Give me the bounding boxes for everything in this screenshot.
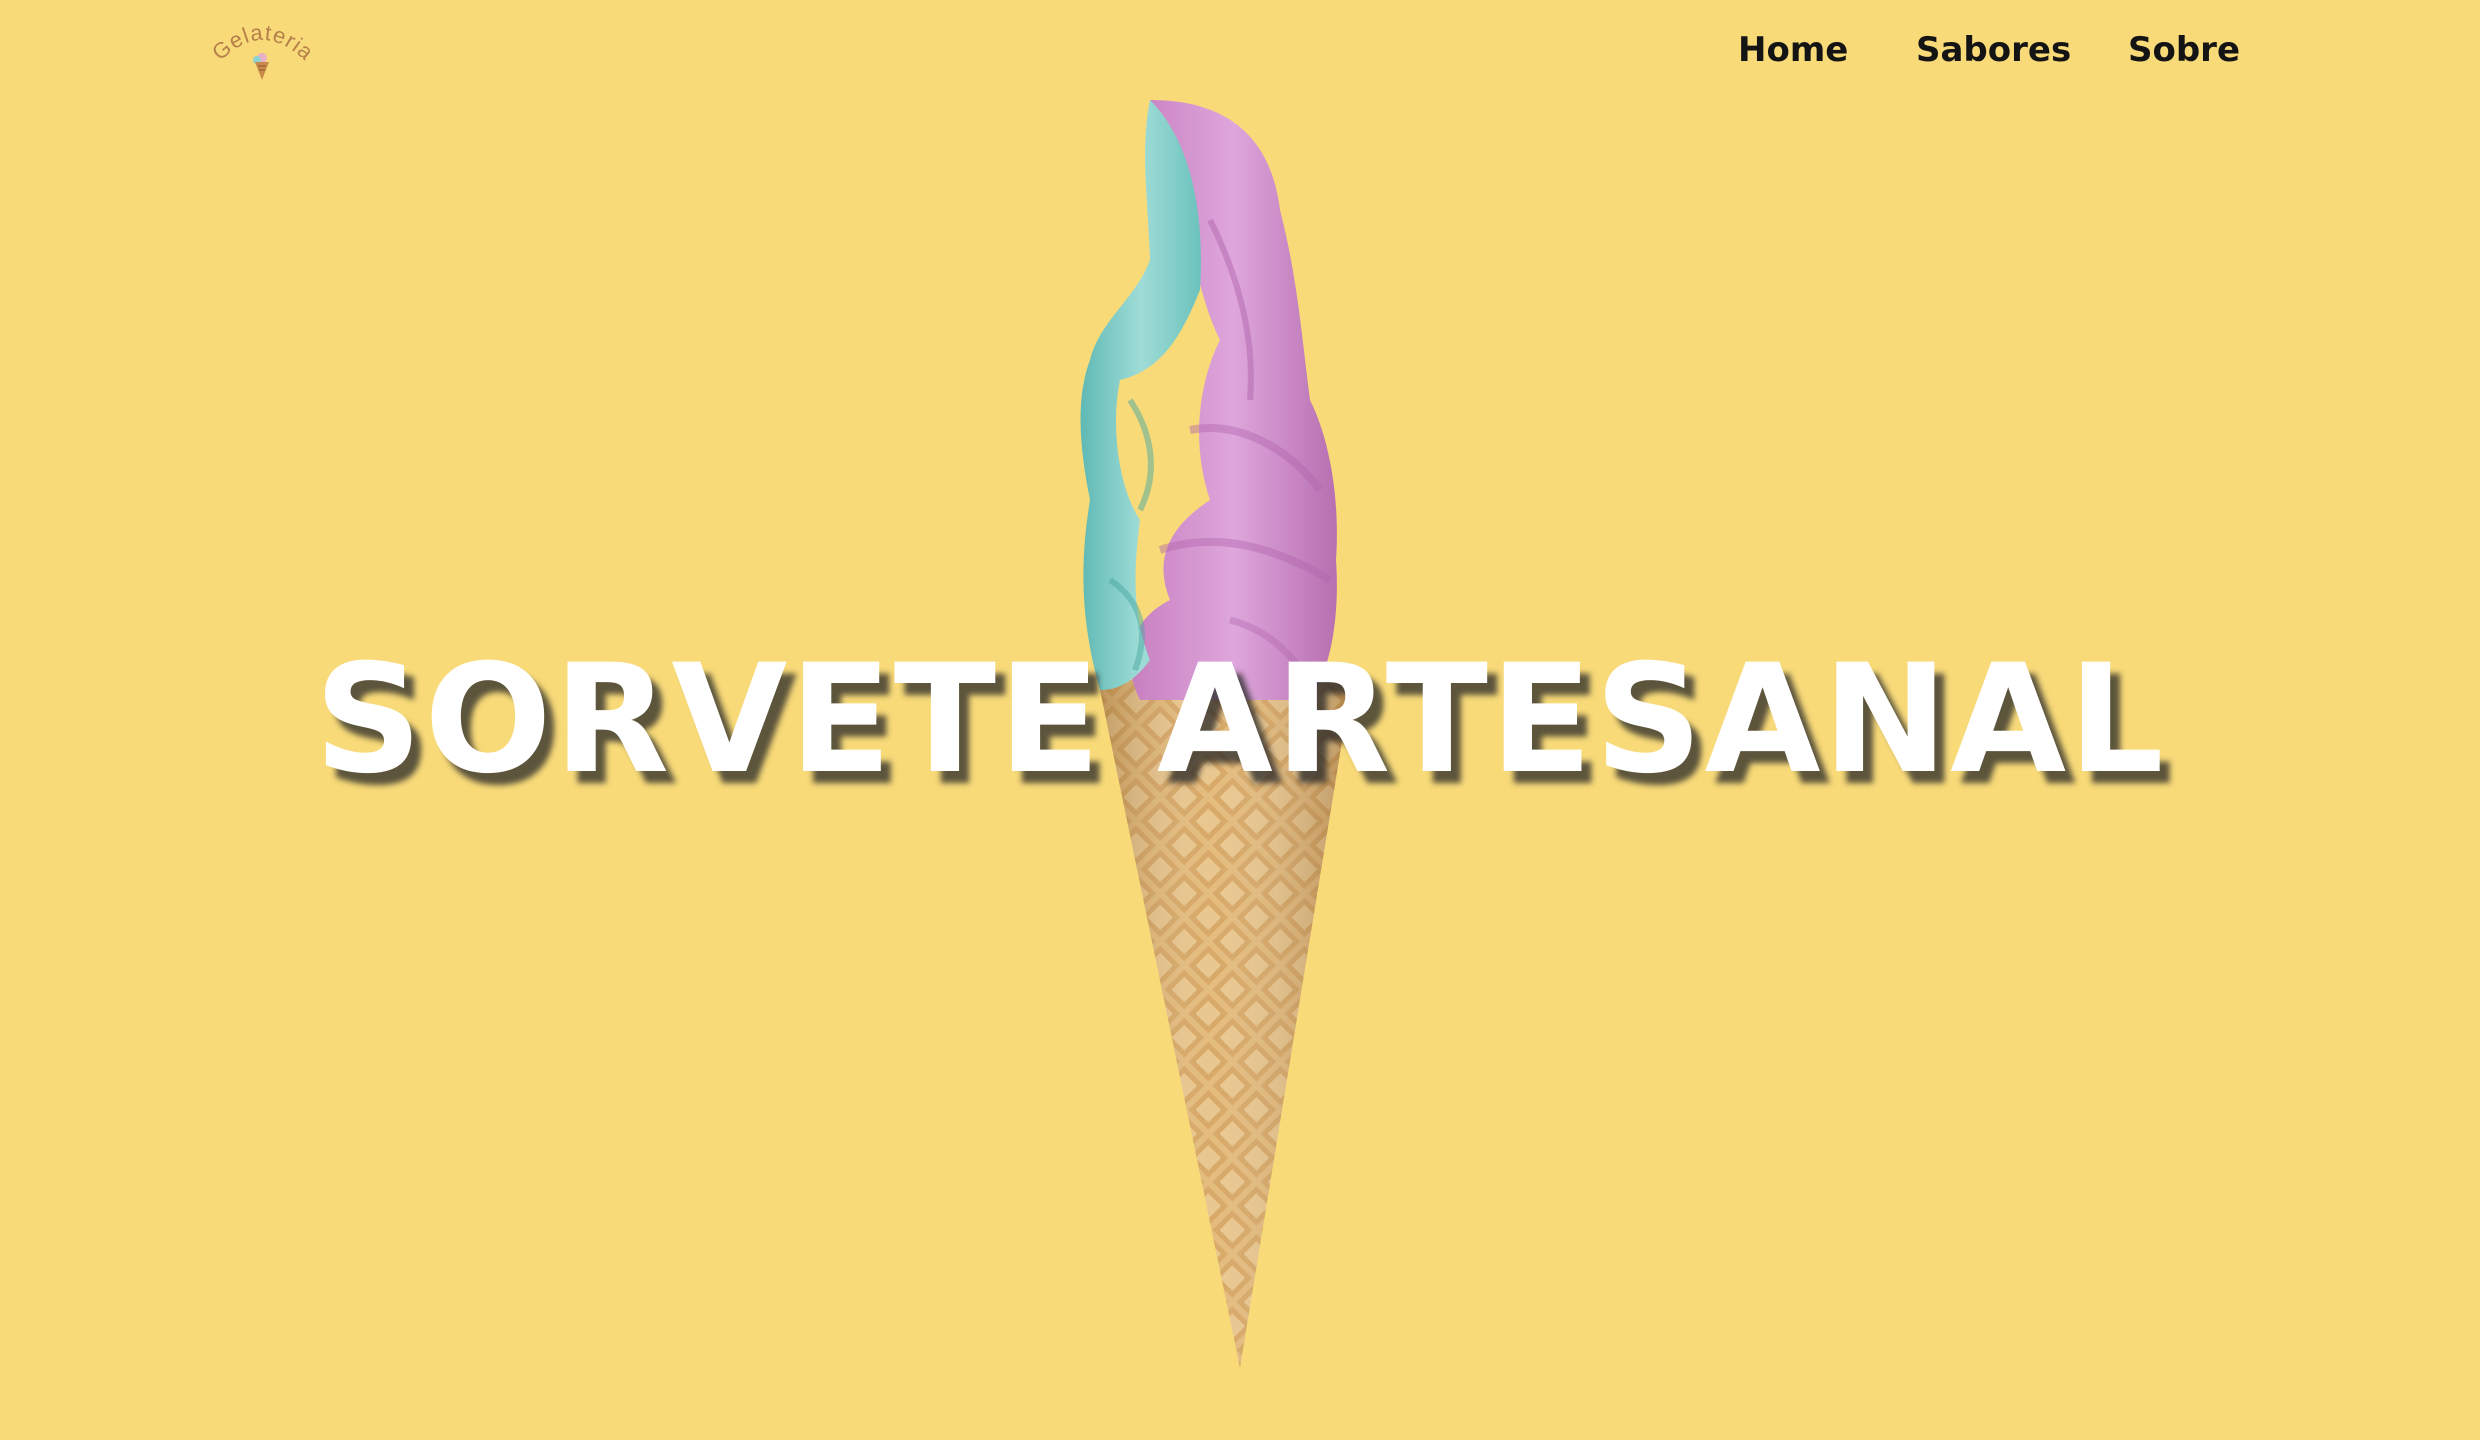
gelateria-logo[interactable]: Gelateria — [207, 18, 318, 84]
nav-link-sobre[interactable]: Sobre — [2128, 24, 2240, 76]
ice-cream-logo-icon: Gelateria — [207, 20, 318, 80]
main-nav: Home Sabores Sobre — [1700, 24, 2240, 76]
nav-link-home[interactable]: Home — [1738, 24, 1848, 76]
hero-title: SORVETE ARTESANAL — [314, 633, 2166, 807]
top-navigation-bar: Gelateria Home Sabores Sobre — [0, 0, 2480, 100]
nav-link-sabores[interactable]: Sabores — [1916, 24, 2071, 76]
